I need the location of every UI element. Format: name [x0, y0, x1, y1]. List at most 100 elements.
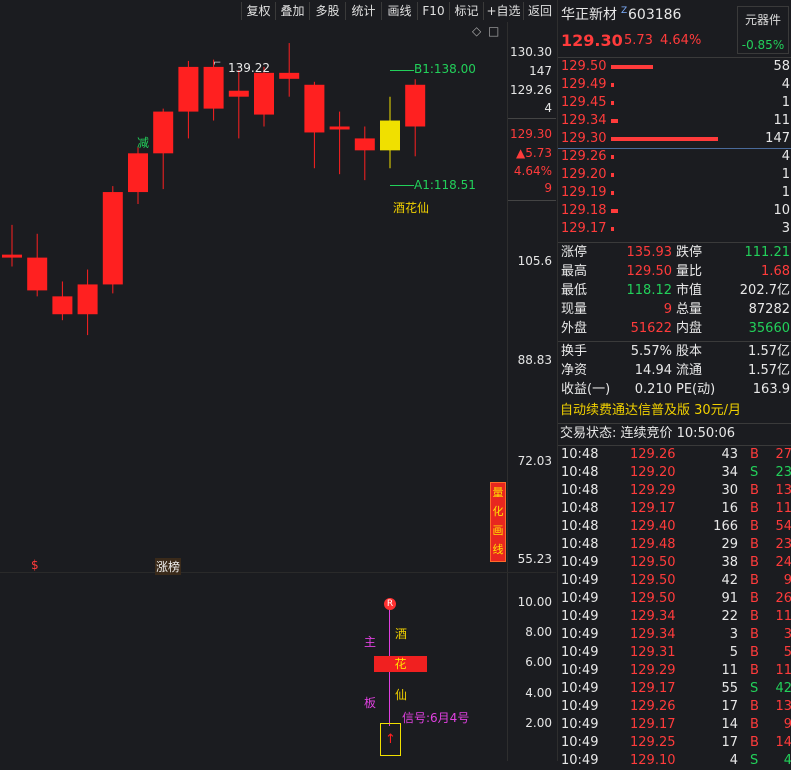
up-arrow-icon: ↑ — [385, 732, 396, 747]
current-price: 129.30 — [561, 31, 623, 50]
bid-price: 129.26 — [561, 149, 607, 164]
stat-row: 现量 9 总量 87282 — [558, 301, 791, 319]
tick-row: 10:49 129.25 17 B 14 — [558, 734, 791, 752]
stat-value: 14.94 — [634, 363, 672, 378]
a1-line — [390, 185, 414, 186]
tick-price: 129.40 — [630, 519, 676, 534]
mark-button[interactable]: 标记 — [449, 2, 483, 20]
ask-volume: 147 — [765, 131, 790, 146]
tick-time: 10:49 — [561, 591, 599, 606]
promo-banner[interactable]: 自动续费通达信普及版 30元/月 — [558, 402, 791, 420]
tick-volume: 14 — [721, 717, 738, 732]
candle-body — [102, 192, 123, 285]
ask-price: 129.45 — [561, 95, 607, 110]
candle-body — [279, 72, 300, 79]
tick-time: 10:48 — [561, 447, 599, 462]
tick-time: 10:49 — [561, 717, 599, 732]
stat-value: 1.68 — [761, 264, 790, 279]
stat-label: 总量 — [676, 302, 703, 317]
stats-divider — [558, 341, 791, 342]
back-button[interactable]: 返回 — [523, 2, 556, 20]
tick-time: 10:49 — [561, 699, 599, 714]
bid-level[interactable]: 129.17 3 — [558, 220, 791, 238]
tick-direction: S — [750, 465, 759, 480]
stat-value: 0.210 — [634, 382, 672, 397]
ask-volume: 11 — [773, 113, 790, 128]
tick-time: 10:49 — [561, 735, 599, 750]
tick-price: 129.50 — [630, 555, 676, 570]
tick-count: 13 — [775, 483, 791, 498]
draw-line-button[interactable]: 画线 — [381, 2, 417, 20]
bid-level[interactable]: 129.20 1 — [558, 166, 791, 184]
tick-time: 10:49 — [561, 663, 599, 678]
stock-mark: Z — [621, 6, 628, 16]
bid-price: 129.19 — [561, 185, 607, 200]
price-line: 129.30 5.73 4.64% — [558, 32, 791, 52]
quote-panel: 华正新材 Z 603186 元器件 -0.85% 129.30 5.73 4.6… — [557, 0, 791, 768]
stat-value: 163.9 — [752, 382, 790, 397]
candle-body — [329, 126, 350, 130]
tick-volume: 166 — [713, 519, 738, 534]
ask-level[interactable]: 129.30 147 — [558, 130, 791, 148]
signal-date-label: 信号:6月4号 — [402, 711, 470, 725]
fuquan-button[interactable]: 复权 — [241, 2, 275, 20]
tick-direction: B — [750, 609, 759, 624]
f10-button[interactable]: F10 — [417, 2, 449, 20]
candle-body — [405, 84, 426, 127]
ask-volume: 1 — [781, 95, 790, 110]
ind-ban-label: 板 — [364, 696, 377, 710]
ask-volume-bar — [611, 83, 614, 87]
ask-level[interactable]: 129.50 58 — [558, 58, 791, 76]
tick-row: 10:49 129.34 3 B 3 — [558, 626, 791, 644]
bid-price: 129.17 — [561, 221, 607, 236]
overlay-button[interactable]: 叠加 — [275, 2, 309, 20]
ask-level[interactable]: 129.45 1 — [558, 94, 791, 112]
side-info-price: 129.30 — [510, 127, 552, 141]
statistics-button[interactable]: 统计 — [345, 2, 381, 20]
quant-draw-box[interactable]: 量 化 画 线 — [490, 482, 506, 562]
tick-price: 129.26 — [630, 447, 676, 462]
axis-price-3: 129.26 — [510, 83, 552, 97]
axis-price-1: 130.30 — [510, 45, 552, 59]
high-price-marker: 139.22 — [228, 61, 270, 75]
tick-volume: 43 — [721, 447, 738, 462]
add-watchlist-button[interactable]: +自选 — [483, 2, 523, 20]
bid-level[interactable]: 129.26 4 — [558, 148, 791, 166]
stat-value: 1.57亿 — [748, 363, 790, 378]
price-change: 5.73 — [624, 33, 653, 48]
bid-level[interactable]: 129.19 1 — [558, 184, 791, 202]
zhangbang-badge[interactable]: 涨榜 — [155, 558, 182, 575]
stat-row: 涨停 135.93 跌停 111.21 — [558, 244, 791, 262]
tick-direction: B — [750, 555, 759, 570]
stat-label: 股本 — [676, 344, 703, 359]
tick-direction: B — [750, 519, 759, 534]
bid-volume: 1 — [781, 167, 790, 182]
ask-level[interactable]: 129.34 11 — [558, 112, 791, 130]
s-marker: $ — [31, 558, 39, 572]
tick-count: 13 — [775, 699, 791, 714]
multi-stock-button[interactable]: 多股 — [309, 2, 345, 20]
quant-char-3: 画 — [492, 524, 504, 537]
jiuhuaxian-label: 酒花仙 — [393, 201, 430, 215]
side-info-vol: 9 — [544, 181, 552, 195]
candle-body — [27, 257, 48, 291]
ind-axis-1: 10.00 — [517, 595, 552, 609]
tick-direction: B — [750, 447, 759, 462]
ask-volume-bar — [611, 65, 653, 69]
promo-divider — [558, 423, 791, 424]
stat-value: 9 — [663, 302, 672, 317]
tick-volume: 5 — [729, 645, 738, 660]
tick-volume: 16 — [721, 501, 738, 516]
kline-canvas[interactable] — [0, 22, 506, 572]
ask-level[interactable]: 129.49 4 — [558, 76, 791, 94]
bid-volume: 1 — [781, 185, 790, 200]
tick-count: 5 — [783, 645, 791, 660]
bid-level[interactable]: 129.18 10 — [558, 202, 791, 220]
stat-label: 市值 — [676, 283, 703, 298]
ask-price: 129.30 — [561, 131, 607, 146]
candle-body — [304, 84, 325, 133]
kline-chart-area[interactable]: ◇ □ 130.30 147 129.26 4 129.30 ▲5.73 4.6… — [0, 22, 556, 761]
stat-value: 5.57% — [630, 344, 672, 359]
tick-count: 54 — [775, 519, 791, 534]
tick-price: 129.29 — [630, 483, 676, 498]
